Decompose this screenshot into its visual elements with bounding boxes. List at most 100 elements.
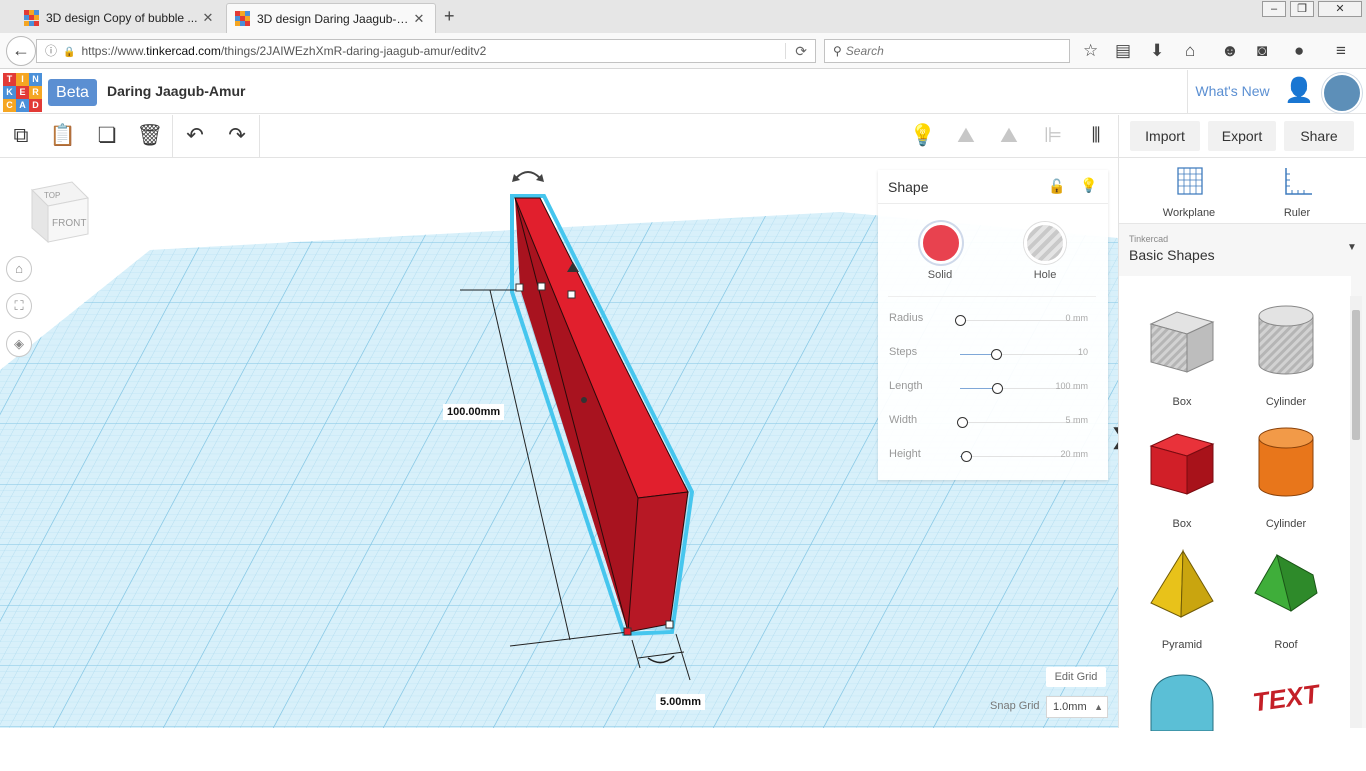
param-slider-knob[interactable] bbox=[992, 383, 1004, 394]
cylinder-hole-icon bbox=[1258, 305, 1314, 375]
info-icon[interactable]: ⓘ bbox=[45, 44, 57, 58]
library-source: Tinkercad bbox=[1129, 234, 1169, 244]
workplane-label: Workplane bbox=[1162, 207, 1216, 219]
maximize-window-icon[interactable]: ❐ bbox=[1290, 1, 1314, 17]
reading-list-icon[interactable]: ▤ bbox=[1115, 41, 1131, 61]
center-handle[interactable] bbox=[581, 397, 587, 403]
undo-icon[interactable]: ↶ bbox=[174, 115, 216, 157]
import-button[interactable]: Import bbox=[1130, 121, 1200, 151]
fit-view-icon[interactable]: ⛶ bbox=[6, 293, 32, 319]
width-dimension-label[interactable]: 5.00mm bbox=[656, 694, 705, 710]
toolbar-divider bbox=[1118, 115, 1119, 157]
param-slider-knob[interactable] bbox=[957, 417, 969, 428]
resize-handle[interactable] bbox=[515, 283, 524, 292]
param-slider-knob[interactable] bbox=[955, 315, 966, 326]
address-bar[interactable]: ⓘ 🔒 https://www.tinkercad.com/things/2JAIW… bbox=[36, 39, 816, 63]
shape-box-hole[interactable]: Box bbox=[1137, 298, 1227, 408]
browser-tab-daring-jaagub-amur[interactable]: 3D design Daring Jaagub-Amur... ✕ bbox=[226, 3, 436, 33]
delete-icon[interactable]: 🗑 bbox=[129, 115, 171, 157]
back-icon[interactable]: ← bbox=[6, 36, 36, 66]
half-cylinder-icon bbox=[1150, 674, 1214, 732]
rotate-arrow-icon[interactable] bbox=[515, 171, 541, 179]
param-value[interactable]: 10 bbox=[1078, 347, 1088, 357]
param-name: Height bbox=[889, 448, 921, 460]
cylinder-icon bbox=[1258, 427, 1314, 497]
resize-handle[interactable] bbox=[623, 627, 632, 636]
resize-handle[interactable] bbox=[537, 282, 546, 291]
shape-half-cylinder[interactable] bbox=[1137, 661, 1227, 771]
param-value[interactable]: 100 mm bbox=[1055, 381, 1088, 391]
shape-roof[interactable]: Roof bbox=[1241, 541, 1331, 651]
resize-handle[interactable] bbox=[567, 290, 576, 299]
chevron-down-icon[interactable]: ▼ bbox=[1347, 242, 1357, 253]
group-icon[interactable]: ⛰ bbox=[945, 115, 987, 157]
shape-cylinder-hole[interactable]: Cylinder bbox=[1241, 298, 1331, 408]
browser-tab-copy-of-bubble[interactable]: 3D design Copy of bubble ... ✕ bbox=[16, 3, 224, 33]
hole-swatch[interactable] bbox=[1024, 222, 1066, 264]
menu-icon[interactable]: ≡ bbox=[1336, 41, 1346, 61]
shape-pyramid[interactable]: Pyramid bbox=[1137, 541, 1227, 651]
url-prefix: https://www. bbox=[81, 44, 147, 58]
reload-icon[interactable]: ⟳ bbox=[795, 40, 807, 62]
close-window-icon[interactable]: ✕ bbox=[1318, 1, 1362, 17]
design-name[interactable]: Daring Jaagub-Amur bbox=[107, 83, 245, 99]
add-user-icon[interactable]: 👤 bbox=[1282, 76, 1316, 110]
download-icon[interactable]: ⬇ bbox=[1150, 41, 1164, 61]
pocket-icon[interactable]: ◙ bbox=[1257, 41, 1267, 61]
search-input[interactable]: ⚲ Search bbox=[824, 39, 1070, 63]
param-value[interactable]: 0 mm bbox=[1066, 313, 1089, 323]
whats-new-link[interactable]: What's New bbox=[1187, 70, 1277, 114]
param-value[interactable]: 5 mm bbox=[1066, 415, 1089, 425]
tab-close-icon[interactable]: ✕ bbox=[411, 11, 427, 27]
inspector-divider bbox=[888, 296, 1096, 297]
ungroup-icon[interactable]: ⛰ bbox=[988, 115, 1030, 157]
tab-close-icon[interactable]: ✕ bbox=[200, 10, 216, 26]
shape-box[interactable]: Box bbox=[1137, 420, 1227, 530]
bookmark-star-icon[interactable]: ☆ bbox=[1083, 41, 1098, 61]
shape-label: Cylinder bbox=[1265, 518, 1307, 530]
lightbulb-icon[interactable]: ● bbox=[1294, 41, 1304, 61]
new-tab-icon[interactable]: + bbox=[444, 6, 455, 27]
solid-label: Solid bbox=[927, 269, 953, 281]
param-value[interactable]: 20 mm bbox=[1060, 449, 1088, 459]
home-icon[interactable]: ⌂ bbox=[1185, 41, 1195, 61]
edit-grid-button[interactable]: Edit Grid bbox=[1046, 667, 1106, 687]
snap-grid-value: 1.0mm bbox=[1053, 701, 1087, 713]
workplane-tool[interactable]: Workplane bbox=[1149, 164, 1229, 219]
solid-color-swatch[interactable] bbox=[920, 222, 962, 264]
align-icon[interactable]: ⊫ bbox=[1032, 115, 1074, 157]
export-button[interactable]: Export bbox=[1208, 121, 1276, 151]
ortho-view-icon[interactable]: ◈ bbox=[6, 331, 32, 357]
height-dimension-label[interactable]: 100.00mm bbox=[443, 404, 505, 420]
resize-handle[interactable] bbox=[665, 620, 674, 629]
redo-icon[interactable]: ↷ bbox=[216, 115, 258, 157]
shapes-scrollbar[interactable] bbox=[1350, 296, 1362, 728]
share-button[interactable]: Share bbox=[1284, 121, 1354, 151]
param-name: Radius bbox=[889, 312, 924, 324]
snap-grid-select[interactable]: 1.0mm ▲ bbox=[1046, 696, 1108, 718]
paste-icon[interactable]: 📋 bbox=[42, 115, 84, 157]
chat-icon[interactable]: ☻ bbox=[1221, 41, 1239, 61]
roof-icon bbox=[1254, 554, 1318, 612]
mirror-icon[interactable]: ⫴ bbox=[1075, 115, 1117, 157]
minimize-window-icon[interactable]: ‒ bbox=[1262, 1, 1286, 17]
home-view-icon[interactable]: ⌂ bbox=[6, 256, 32, 282]
view-cube[interactable]: TOP FRONT bbox=[28, 180, 92, 246]
tinkercad-logo[interactable]: TIN KER CAD bbox=[3, 73, 42, 112]
shape-label: Pyramid bbox=[1161, 639, 1203, 651]
lock-icon[interactable]: 🔓 bbox=[1048, 178, 1065, 195]
ruler-tool[interactable]: Ruler bbox=[1257, 164, 1337, 219]
param-slider-knob[interactable] bbox=[991, 349, 1002, 360]
duplicate-icon[interactable]: ❏ bbox=[86, 115, 128, 157]
scrollbar-thumb[interactable] bbox=[1352, 310, 1360, 440]
shape-cylinder[interactable]: Cylinder bbox=[1241, 420, 1331, 530]
lightbulb-icon[interactable]: 💡 bbox=[1080, 177, 1097, 194]
show-hidden-icon[interactable]: 💡 bbox=[902, 115, 944, 157]
avatar[interactable] bbox=[1322, 73, 1362, 113]
hole-label: Hole bbox=[1033, 269, 1057, 281]
param-length: Length 100 mm bbox=[878, 378, 1108, 398]
param-slider-knob[interactable] bbox=[961, 451, 972, 462]
copy-icon[interactable]: ⧉ bbox=[0, 115, 42, 157]
shape-text[interactable]: TEXT bbox=[1241, 661, 1331, 771]
library-select[interactable]: Basic Shapes bbox=[1129, 247, 1215, 263]
